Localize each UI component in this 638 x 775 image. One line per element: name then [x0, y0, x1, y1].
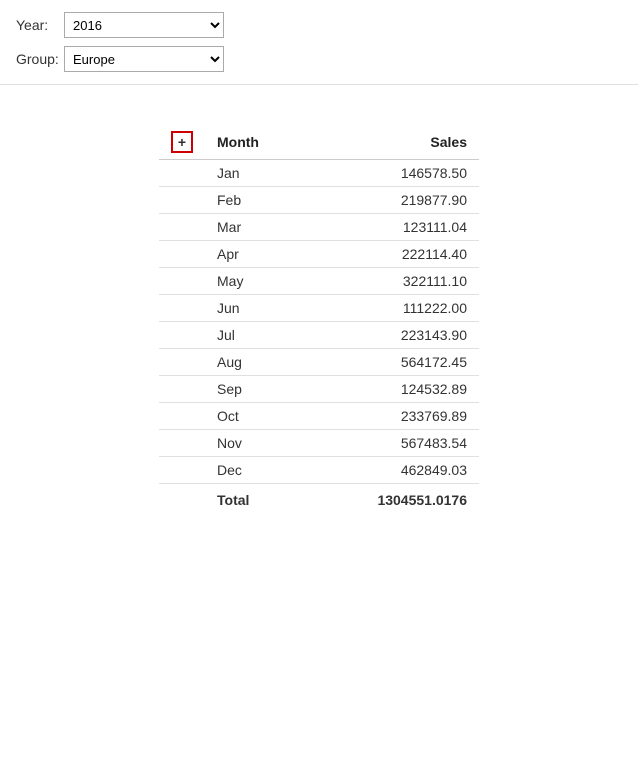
- table-row: Aug564172.45: [159, 349, 479, 376]
- total-label: Total: [205, 484, 306, 514]
- month-cell: Jun: [205, 295, 306, 322]
- total-value: 1304551.0176: [306, 484, 479, 514]
- month-cell: Nov: [205, 430, 306, 457]
- row-expand-cell: [159, 403, 205, 430]
- row-expand-cell: [159, 322, 205, 349]
- month-cell: May: [205, 268, 306, 295]
- month-column-header: Month: [205, 125, 306, 160]
- table-row: Dec462849.03: [159, 457, 479, 484]
- sales-cell: 462849.03: [306, 457, 479, 484]
- year-control-row: Year: 2016 2014 2015 2017: [16, 12, 622, 38]
- row-expand-cell: [159, 349, 205, 376]
- sales-cell: 124532.89: [306, 376, 479, 403]
- sales-cell: 223143.90: [306, 322, 479, 349]
- month-cell: Feb: [205, 187, 306, 214]
- table-header-row: + Month Sales: [159, 125, 479, 160]
- table-row: Feb219877.90: [159, 187, 479, 214]
- row-expand-cell: [159, 214, 205, 241]
- year-select[interactable]: 2016 2014 2015 2017: [64, 12, 224, 38]
- sales-cell: 567483.54: [306, 430, 479, 457]
- table-row: Oct233769.89: [159, 403, 479, 430]
- top-controls: Year: 2016 2014 2015 2017 Group: Europe …: [0, 0, 638, 85]
- expand-button[interactable]: +: [171, 131, 193, 153]
- row-expand-cell: [159, 187, 205, 214]
- sales-cell: 123111.04: [306, 214, 479, 241]
- sales-cell: 219877.90: [306, 187, 479, 214]
- sales-cell: 564172.45: [306, 349, 479, 376]
- month-cell: Oct: [205, 403, 306, 430]
- row-expand-cell: [159, 430, 205, 457]
- month-cell: Mar: [205, 214, 306, 241]
- total-expand-cell: [159, 484, 205, 514]
- sales-column-header: Sales: [306, 125, 479, 160]
- table-row: Nov567483.54: [159, 430, 479, 457]
- sales-cell: 146578.50: [306, 160, 479, 187]
- row-expand-cell: [159, 268, 205, 295]
- row-expand-cell: [159, 457, 205, 484]
- row-expand-cell: [159, 160, 205, 187]
- table-row: Jan146578.50: [159, 160, 479, 187]
- total-row: Total1304551.0176: [159, 484, 479, 514]
- sales-cell: 233769.89: [306, 403, 479, 430]
- month-cell: Aug: [205, 349, 306, 376]
- month-cell: Jul: [205, 322, 306, 349]
- year-label: Year:: [16, 17, 64, 33]
- content-area: + Month Sales Jan146578.50Feb219877.90Ma…: [0, 85, 638, 533]
- month-cell: Sep: [205, 376, 306, 403]
- month-cell: Jan: [205, 160, 306, 187]
- group-control-row: Group: Europe Americas Asia Global: [16, 46, 622, 72]
- sales-cell: 322111.10: [306, 268, 479, 295]
- group-select[interactable]: Europe Americas Asia Global: [64, 46, 224, 72]
- row-expand-cell: [159, 376, 205, 403]
- expand-header-cell: +: [159, 125, 205, 160]
- sales-cell: 222114.40: [306, 241, 479, 268]
- sales-cell: 111222.00: [306, 295, 479, 322]
- table-row: May322111.10: [159, 268, 479, 295]
- row-expand-cell: [159, 295, 205, 322]
- month-cell: Dec: [205, 457, 306, 484]
- sales-table: + Month Sales Jan146578.50Feb219877.90Ma…: [159, 125, 479, 513]
- table-row: Mar123111.04: [159, 214, 479, 241]
- month-cell: Apr: [205, 241, 306, 268]
- group-label: Group:: [16, 51, 64, 67]
- row-expand-cell: [159, 241, 205, 268]
- table-row: Apr222114.40: [159, 241, 479, 268]
- table-row: Jul223143.90: [159, 322, 479, 349]
- table-row: Sep124532.89: [159, 376, 479, 403]
- table-row: Jun111222.00: [159, 295, 479, 322]
